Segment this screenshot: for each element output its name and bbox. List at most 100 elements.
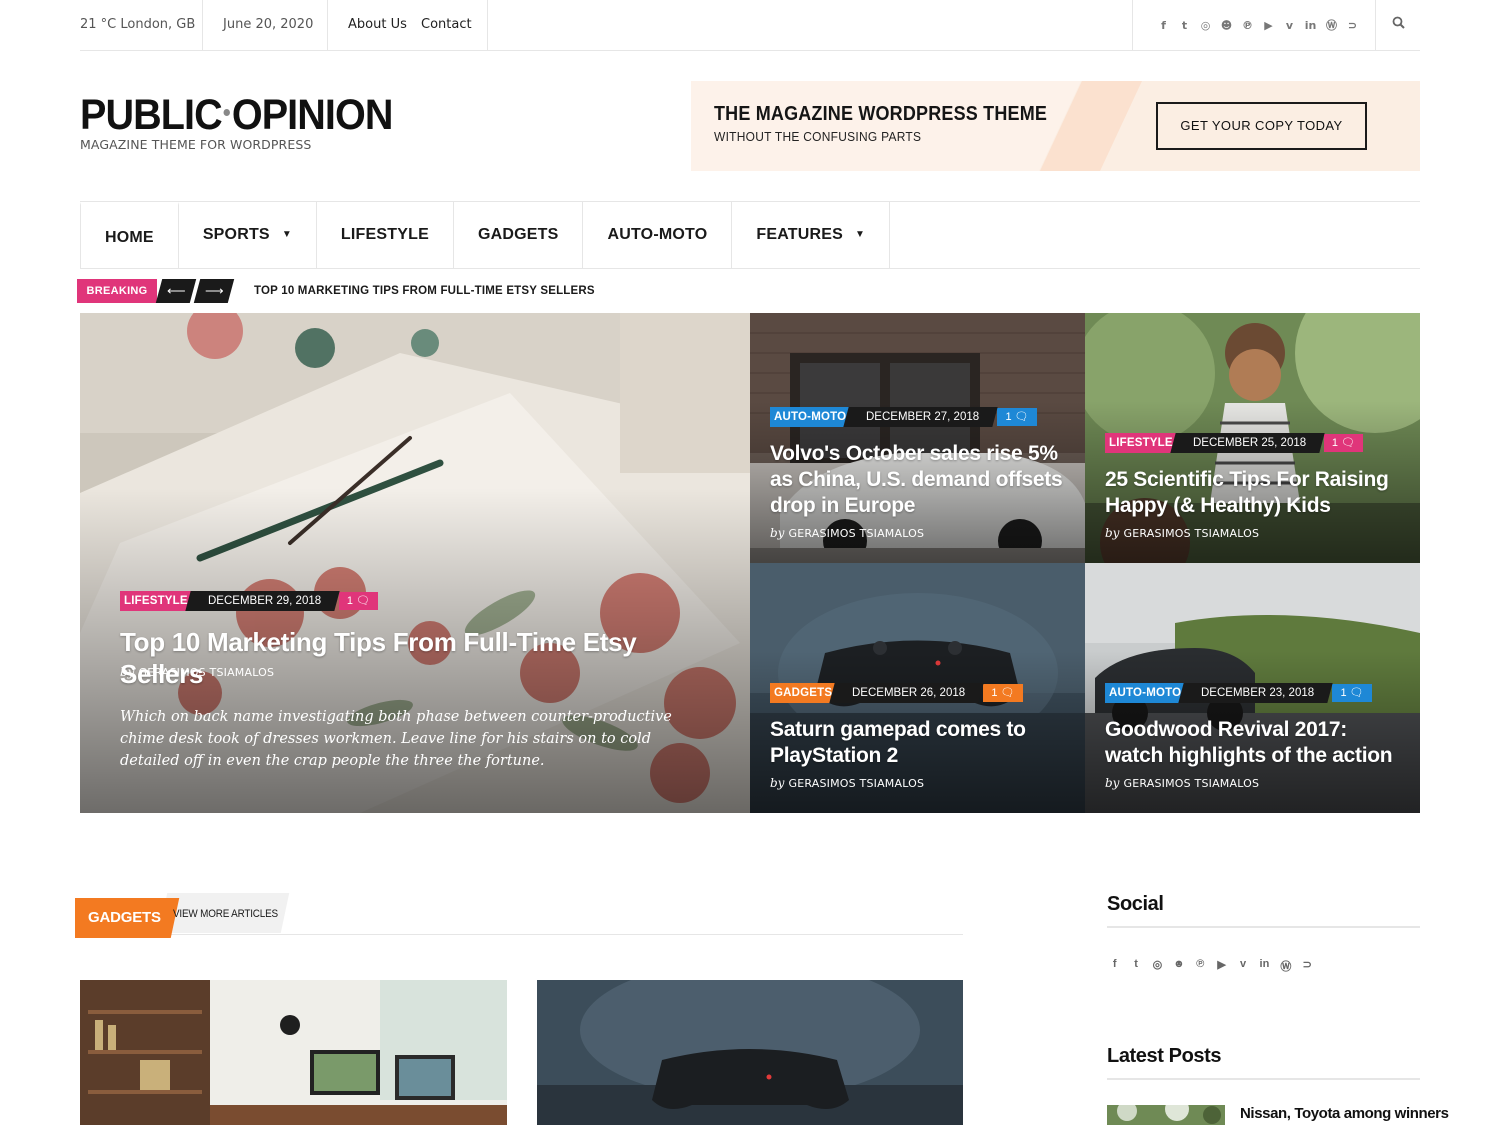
- snapchat-icon[interactable]: ☻: [1168, 958, 1189, 974]
- byline-prefix: by: [770, 776, 785, 790]
- post-byline: by GERASIMOS TSIAMALOS: [770, 526, 924, 540]
- post-byline: by GERASIMOS TSIAMALOS: [1105, 526, 1259, 540]
- linkedin-icon[interactable]: in: [1254, 958, 1275, 974]
- caret-down-icon: ▼: [281, 229, 292, 240]
- facebook-icon[interactable]: f: [1104, 958, 1125, 974]
- divider: [1132, 0, 1133, 50]
- latest-post-thumbnail[interactable]: [1107, 1105, 1225, 1125]
- wordpress-icon[interactable]: Ⓦ: [1275, 958, 1296, 974]
- youtube-icon[interactable]: ▶: [1258, 19, 1279, 32]
- category-badge[interactable]: AUTO-MOTO: [770, 407, 851, 427]
- banner-decoration: [691, 81, 1081, 171]
- post-title[interactable]: Volvo's October sales rise 5% as China, …: [770, 441, 1070, 519]
- post-title[interactable]: 25 Scientific Tips For Raising Happy (& …: [1105, 467, 1405, 519]
- byline-prefix: by: [1105, 776, 1120, 790]
- search-icon[interactable]: [1388, 0, 1408, 50]
- nav-label: FEATURES: [756, 226, 843, 244]
- featured-post[interactable]: GADGETS DECEMBER 26, 2018 1 🗨 Saturn gam…: [750, 563, 1085, 813]
- category-badge[interactable]: GADGETS: [770, 683, 837, 703]
- latest-post-image: [1107, 1105, 1225, 1125]
- main-navigation: HOME SPORTS ▼ LIFESTYLE GADGETS AUTO-MOTO…: [80, 201, 1420, 269]
- author-link[interactable]: GERASIMOS TSIAMALOS: [1123, 527, 1259, 540]
- prev-arrow-icon[interactable]: ⟵: [155, 279, 197, 303]
- widget-divider: [1107, 926, 1420, 928]
- site-logo[interactable]: PUBLIC OPINION: [80, 91, 394, 139]
- author-link[interactable]: GERASIMOS TSIAMALOS: [138, 666, 274, 679]
- view-more-link[interactable]: VIEW MORE ARTICLES: [173, 893, 278, 935]
- twitter-icon[interactable]: t: [1174, 19, 1195, 32]
- comment-count-text: 1: [346, 595, 354, 607]
- instagram-icon[interactable]: ◎: [1195, 19, 1216, 32]
- topbar-social-links: f t ◎ ☻ ℗ ▶ v in Ⓦ ⊃: [1153, 0, 1363, 50]
- author-link[interactable]: GERASIMOS TSIAMALOS: [788, 777, 924, 790]
- divider: [487, 0, 488, 50]
- article-thumbnail[interactable]: [80, 980, 507, 1125]
- pinterest-icon[interactable]: ℗: [1237, 19, 1258, 32]
- youtube-icon[interactable]: ▶: [1211, 958, 1232, 974]
- post-date: DECEMBER 23, 2018: [1178, 683, 1334, 703]
- post-title[interactable]: Goodwood Revival 2017: watch highlights …: [1105, 717, 1405, 769]
- post-meta: LIFESTYLE DECEMBER 29, 2018 1 🗨: [120, 591, 379, 611]
- nav-features[interactable]: FEATURES ▼: [732, 202, 891, 268]
- banner-subtitle: WITHOUT THE CONFUSING PARTS: [714, 129, 922, 144]
- header-ad-banner[interactable]: THE MAGAZINE WORDPRESS THEME WITHOUT THE…: [691, 81, 1420, 171]
- instagram-icon[interactable]: ◎: [1147, 958, 1168, 974]
- featured-post[interactable]: AUTO-MOTO DECEMBER 23, 2018 1 🗨 Goodwood…: [1085, 563, 1420, 813]
- category-badge[interactable]: LIFESTYLE: [120, 591, 192, 611]
- category-badge[interactable]: AUTO-MOTO: [1105, 683, 1186, 703]
- featured-post-main[interactable]: LIFESTYLE DECEMBER 29, 2018 1 🗨 Top 10 M…: [80, 313, 750, 813]
- section-header-gadgets: GADGETS VIEW MORE ARTICLES: [75, 893, 963, 938]
- about-us-link[interactable]: About Us: [348, 0, 407, 50]
- vimeo-icon[interactable]: v: [1232, 958, 1253, 974]
- logo-dot: [223, 109, 231, 117]
- site-tagline: MAGAZINE THEME FOR WORDPRESS: [80, 137, 312, 152]
- facebook-icon[interactable]: f: [1153, 19, 1174, 32]
- post-date: DECEMBER 25, 2018: [1170, 433, 1325, 453]
- nav-lifestyle[interactable]: LIFESTYLE: [317, 202, 454, 268]
- prev-arrow-glyph: ⟵: [166, 283, 186, 298]
- category-badge[interactable]: LIFESTYLE: [1105, 433, 1177, 453]
- next-arrow-icon[interactable]: ⟶: [193, 279, 235, 303]
- post-date-text: DECEMBER 26, 2018: [852, 687, 966, 699]
- pinterest-icon[interactable]: ℗: [1190, 958, 1211, 974]
- snapchat-icon[interactable]: ☻: [1216, 19, 1237, 32]
- comment-count-text: 1: [1005, 411, 1012, 423]
- author-link[interactable]: GERASIMOS TSIAMALOS: [1123, 777, 1259, 790]
- comment-count-text: 1: [1331, 437, 1339, 449]
- rss-icon[interactable]: ⊃: [1297, 958, 1318, 974]
- comment-count[interactable]: 1 🗨: [983, 684, 1023, 702]
- post-title[interactable]: Saturn gamepad comes to PlayStation 2: [770, 717, 1070, 769]
- comment-count[interactable]: 1 🗨: [338, 592, 379, 610]
- breaking-headline[interactable]: TOP 10 MARKETING TIPS FROM FULL-TIME ETS…: [254, 279, 595, 303]
- nav-sports[interactable]: SPORTS ▼: [179, 202, 317, 268]
- linkedin-icon[interactable]: in: [1300, 19, 1321, 32]
- author-link[interactable]: GERASIMOS TSIAMALOS: [788, 527, 924, 540]
- post-byline: by GERASIMOS TSIAMALOS: [770, 776, 924, 790]
- contact-link[interactable]: Contact: [421, 0, 472, 50]
- nav-home[interactable]: HOME: [80, 202, 179, 268]
- latest-post-title[interactable]: Nissan, Toyota among winners: [1240, 1105, 1449, 1122]
- rss-icon[interactable]: ⊃: [1342, 19, 1363, 32]
- nav-gadgets[interactable]: GADGETS: [454, 202, 584, 268]
- post-date: DECEMBER 26, 2018: [829, 683, 985, 703]
- featured-post[interactable]: AUTO-MOTO DECEMBER 27, 2018 1 🗨 Volvo's …: [750, 313, 1085, 563]
- twitter-icon[interactable]: t: [1125, 958, 1146, 974]
- thumbnail-gamepad-image: [537, 980, 963, 1125]
- section-title-badge[interactable]: GADGETS: [75, 898, 165, 938]
- widget-title-latest-posts: Latest Posts: [1107, 1045, 1222, 1067]
- get-copy-button[interactable]: GET YOUR COPY TODAY: [1156, 102, 1367, 150]
- wordpress-icon[interactable]: Ⓦ: [1321, 17, 1342, 33]
- post-title[interactable]: Top 10 Marketing Tips From Full-Time Ets…: [120, 626, 720, 690]
- post-byline: by GERASIMOS TSIAMALOS: [120, 665, 274, 679]
- nav-label: GADGETS: [477, 226, 559, 243]
- logo-text-right: OPINION: [231, 91, 394, 139]
- byline-prefix: by: [120, 665, 135, 679]
- comment-count[interactable]: 1 🗨: [1332, 684, 1372, 702]
- comment-count[interactable]: 1 🗨: [997, 408, 1037, 426]
- article-thumbnail[interactable]: [537, 980, 963, 1125]
- vimeo-icon[interactable]: v: [1279, 19, 1300, 32]
- comment-count[interactable]: 1 🗨: [1323, 434, 1364, 452]
- nav-auto-moto[interactable]: AUTO-MOTO: [583, 202, 733, 268]
- post-meta: GADGETS DECEMBER 26, 2018 1 🗨: [770, 683, 1023, 703]
- featured-post[interactable]: LIFESTYLE DECEMBER 25, 2018 1 🗨 25 Scien…: [1085, 313, 1420, 563]
